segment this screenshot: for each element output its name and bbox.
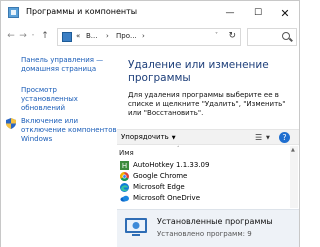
address-row: ← → ˅ ↑ « В... › Про... › ˅ ↻: [1, 25, 299, 49]
back-arrow-icon[interactable]: ←: [5, 30, 17, 42]
sidebar-item-windows-features[interactable]: Включение или отключение компонентов Win…: [21, 117, 117, 144]
programs-window: Программы и компоненты — ☐ ✕ ← → ˅ ↑ « В…: [0, 0, 300, 247]
svg-text:H: H: [122, 162, 127, 170]
breadcrumb-item[interactable]: В...: [86, 32, 97, 40]
program-name: Google Chrome: [133, 172, 188, 180]
search-icon: [282, 32, 290, 40]
sort-indicator-icon: ˄: [177, 146, 180, 152]
search-input[interactable]: [247, 28, 297, 46]
title-bar: Программы и компоненты — ☐ ✕: [1, 1, 299, 25]
details-count: Установлено программ: 9: [157, 230, 252, 238]
list-item[interactable]: H AutoHotkey 1.1.33.09: [119, 160, 284, 171]
programs-list: ˄ Имя H AutoHotkey 1.1.33.09 Google Chro…: [117, 146, 299, 208]
up-arrow-icon[interactable]: ↑: [39, 30, 51, 42]
shield-icon: [6, 118, 16, 129]
scroll-up-icon[interactable]: ▲: [291, 147, 295, 153]
breadcrumb-separator[interactable]: ›: [142, 32, 145, 40]
list-item[interactable]: Google Chrome: [119, 171, 284, 182]
onedrive-icon: [120, 195, 129, 202]
edge-icon: [120, 183, 129, 192]
program-name: AutoHotkey 1.1.33.09: [133, 161, 210, 169]
organize-label: Упорядочить: [121, 133, 169, 141]
program-name: Microsoft Edge: [133, 183, 185, 191]
refresh-icon[interactable]: ↻: [228, 31, 236, 41]
view-dropdown-icon[interactable]: ▼: [266, 135, 270, 141]
control-panel-icon: [8, 7, 19, 18]
organize-button[interactable]: Упорядочить ▼: [121, 133, 176, 141]
column-header-name[interactable]: Имя: [119, 149, 134, 157]
address-bar[interactable]: « В... › Про... › ˅ ↻: [57, 28, 241, 46]
sidebar: Панель управления — домашняя страница Пр…: [1, 49, 117, 247]
maximize-button[interactable]: ☐: [244, 1, 272, 25]
recent-locations-chevron-icon[interactable]: ˅: [27, 31, 39, 43]
control-panel-icon: [62, 32, 72, 42]
details-title: Установленные программы: [157, 217, 273, 226]
sidebar-item-view-updates[interactable]: Просмотр установленных обновлений: [21, 86, 113, 113]
program-name: Microsoft OneDrive: [133, 194, 200, 202]
minimize-button[interactable]: —: [216, 1, 244, 25]
list-scrollbar[interactable]: ▲: [290, 146, 298, 208]
breadcrumb-separator[interactable]: ›: [106, 32, 109, 40]
breadcrumb-overflow[interactable]: «: [76, 32, 80, 40]
installed-programs-icon: [125, 218, 147, 236]
list-item[interactable]: Microsoft OneDrive: [119, 193, 284, 204]
help-icon[interactable]: ?: [279, 132, 290, 143]
details-pane: Установленные программы Установлено прог…: [117, 209, 299, 247]
page-description: Для удаления программы выберите ее в спи…: [128, 91, 286, 117]
list-toolbar: Упорядочить ▼ ☰ ▼ ?: [117, 129, 299, 145]
breadcrumb-item[interactable]: Про...: [116, 32, 137, 40]
chrome-icon: [120, 172, 129, 181]
close-button[interactable]: ✕: [271, 1, 299, 25]
window-title: Программы и компоненты: [26, 7, 138, 16]
page-title: Удаление или изменение программы: [128, 59, 269, 84]
autohotkey-icon: H: [120, 161, 129, 170]
chevron-down-icon: ▼: [171, 135, 176, 141]
sidebar-item-control-panel-home[interactable]: Панель управления — домашняя страница: [21, 56, 111, 74]
address-dropdown-icon[interactable]: ˅: [215, 32, 218, 39]
view-options-icon[interactable]: ☰: [255, 133, 262, 142]
list-item[interactable]: Microsoft Edge: [119, 182, 284, 193]
